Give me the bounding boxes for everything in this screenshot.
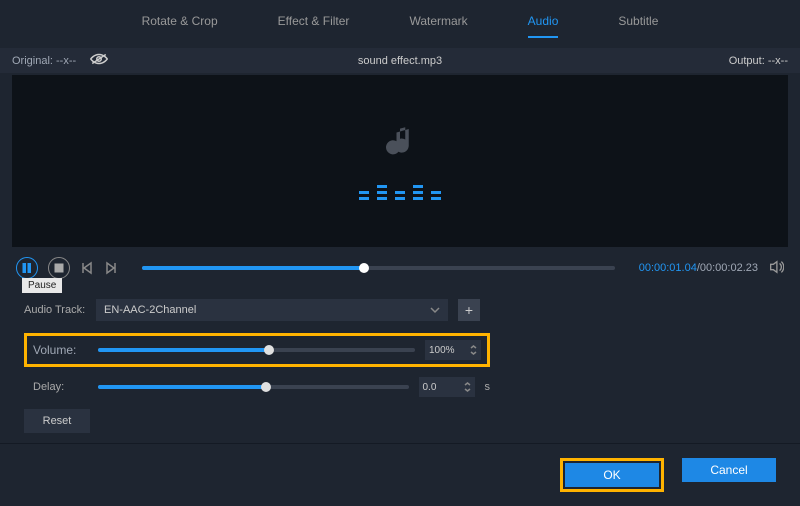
delay-slider[interactable] bbox=[98, 385, 409, 389]
tab-effect[interactable]: Effect & Filter bbox=[278, 10, 350, 38]
delay-value-box[interactable]: 0.0 bbox=[419, 377, 475, 397]
prev-button[interactable] bbox=[80, 261, 94, 275]
reset-button[interactable]: Reset bbox=[24, 409, 90, 433]
delay-spinner[interactable] bbox=[464, 382, 471, 393]
audio-track-label: Audio Track: bbox=[24, 304, 86, 316]
volume-icon[interactable] bbox=[768, 259, 784, 278]
pause-button[interactable] bbox=[16, 257, 38, 279]
duration: /00:00:02.23 bbox=[697, 262, 758, 274]
footer: OK Cancel bbox=[0, 443, 800, 506]
progress-bar[interactable] bbox=[142, 266, 615, 270]
audio-track-row: Audio Track: EN-AAC-2Channel + bbox=[24, 299, 776, 321]
pause-tooltip: Pause bbox=[22, 278, 62, 293]
tab-audio[interactable]: Audio bbox=[528, 10, 559, 38]
music-note-icon bbox=[379, 122, 421, 167]
add-track-button[interactable]: + bbox=[458, 299, 480, 321]
delay-row: Delay: 0.0 s bbox=[24, 377, 490, 397]
volume-spinner[interactable] bbox=[470, 345, 477, 356]
tab-rotate[interactable]: Rotate & Crop bbox=[142, 10, 218, 38]
stop-button[interactable] bbox=[48, 257, 70, 279]
time-display: 00:00:01.04/00:00:02.23 bbox=[639, 262, 758, 274]
current-time: 00:00:01.04 bbox=[639, 262, 697, 274]
tabs-bar: Rotate & Crop Effect & Filter Watermark … bbox=[0, 0, 800, 48]
volume-row: Volume: 100% bbox=[24, 333, 490, 367]
tab-subtitle[interactable]: Subtitle bbox=[618, 10, 658, 38]
audio-track-select[interactable]: EN-AAC-2Channel bbox=[96, 299, 448, 321]
volume-label: Volume: bbox=[33, 343, 88, 357]
delay-value: 0.0 bbox=[423, 382, 437, 393]
chevron-down-icon bbox=[430, 305, 440, 315]
volume-value-box[interactable]: 100% bbox=[425, 340, 481, 360]
original-label: Original: --x-- bbox=[12, 55, 76, 67]
volume-slider[interactable] bbox=[98, 348, 415, 352]
audio-track-value: EN-AAC-2Channel bbox=[104, 304, 196, 316]
player-controls: 00:00:01.04/00:00:02.23 bbox=[0, 247, 800, 289]
filename-label: sound effect.mp3 bbox=[358, 55, 442, 67]
delay-unit: s bbox=[485, 381, 491, 393]
cancel-button[interactable]: Cancel bbox=[682, 458, 776, 482]
ok-highlight: OK bbox=[560, 458, 664, 492]
equalizer-icon bbox=[359, 185, 441, 200]
preview-toggle-icon[interactable] bbox=[90, 52, 108, 69]
output-label: Output: --x-- bbox=[729, 55, 788, 67]
audio-panel: Audio Track: EN-AAC-2Channel + Volume: 1… bbox=[0, 289, 800, 443]
preview-area bbox=[12, 75, 788, 247]
info-bar: Original: --x-- sound effect.mp3 Output:… bbox=[0, 48, 800, 73]
next-button[interactable] bbox=[104, 261, 118, 275]
delay-label: Delay: bbox=[33, 381, 88, 393]
tab-watermark[interactable]: Watermark bbox=[409, 10, 467, 38]
ok-button[interactable]: OK bbox=[565, 463, 659, 487]
volume-value: 100% bbox=[429, 345, 455, 356]
